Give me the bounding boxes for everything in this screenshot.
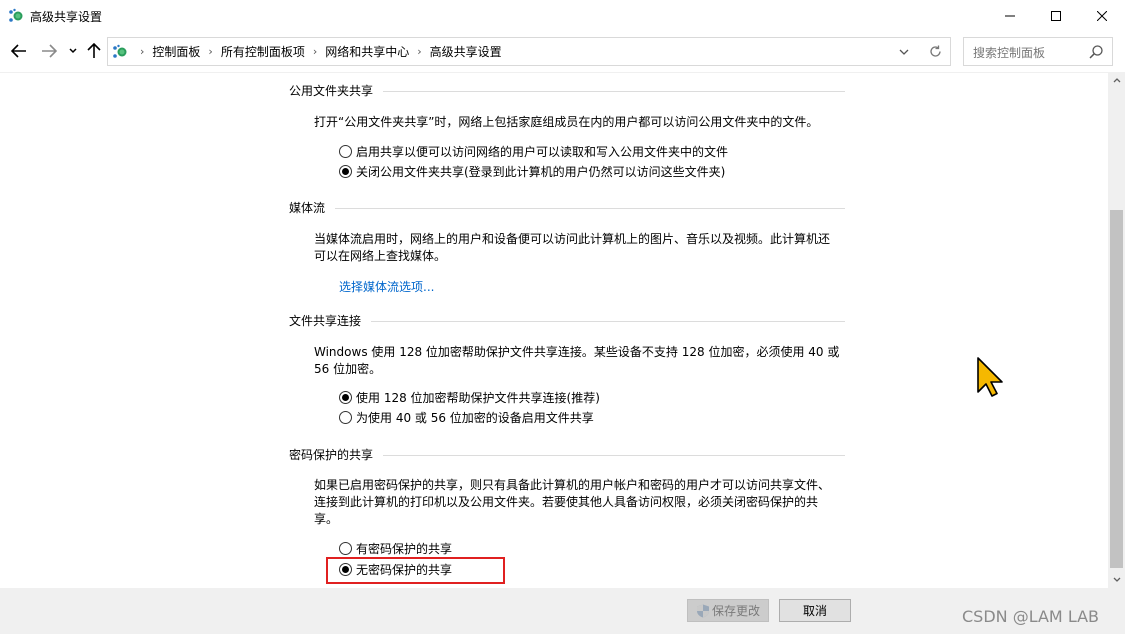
window-title: 高级共享设置 xyxy=(30,10,103,24)
divider xyxy=(335,207,845,209)
navigation-bar: › 控制面板 › 所有控制面板项 › 网络和共享中心 › 高级共享设置 搜索控制… xyxy=(0,31,1125,72)
scrollbar-thumb[interactable] xyxy=(1110,210,1123,568)
description-line: 当媒体流启用时，网络上的用户和设备便可以访问此计算机上的图片、音乐以及视频。此计… xyxy=(314,232,831,246)
refresh-button[interactable] xyxy=(924,38,946,65)
description-line: Windows 使用 128 位加密帮助保护文件共享连接。某些设备不支持 128… xyxy=(314,345,840,359)
mouse-cursor-icon xyxy=(977,357,1003,397)
minimize-icon xyxy=(1005,15,1015,16)
arrow-up-icon xyxy=(87,43,101,58)
radio-button[interactable] xyxy=(339,165,352,178)
description-line: 享。 xyxy=(314,512,339,526)
radio-button[interactable] xyxy=(339,411,352,424)
radio-label[interactable]: 有密码保护的共享 xyxy=(356,540,452,557)
section-description: 如果已启用密码保护的共享，则只有具备此计算机的用户帐户和密码的用户才可以访问共享… xyxy=(314,477,849,528)
scroll-up-button[interactable] xyxy=(1108,72,1125,89)
save-changes-button[interactable]: 保存更改 xyxy=(687,599,769,622)
recent-locations-button[interactable] xyxy=(66,41,80,61)
section-heading: 公用文件夹共享 xyxy=(289,84,374,98)
address-bar[interactable]: › 控制面板 › 所有控制面板项 › 网络和共享中心 › 高级共享设置 xyxy=(107,37,951,66)
cancel-button[interactable]: 取消 xyxy=(779,599,851,622)
minimize-button[interactable] xyxy=(987,0,1033,31)
annotation-highlight xyxy=(326,557,505,584)
uac-shield-icon xyxy=(696,604,709,617)
chevron-right-icon[interactable]: › xyxy=(313,45,317,58)
forward-button[interactable] xyxy=(38,41,60,61)
breadcrumb-item[interactable]: 控制面板 xyxy=(152,43,200,60)
search-input[interactable]: 搜索控制面板 xyxy=(963,37,1113,66)
chevron-right-icon: › xyxy=(140,45,145,58)
radio-button[interactable] xyxy=(339,391,352,404)
radio-40-56-bit-encryption[interactable]: 为使用 40 或 56 位加密的设备启用文件共享 xyxy=(339,409,594,426)
radio-password-protected[interactable]: 有密码保护的共享 xyxy=(339,540,452,557)
description-line: 如果已启用密码保护的共享，则只有具备此计算机的用户帐户和密码的用户才可以访问共享… xyxy=(314,478,831,492)
scroll-down-button[interactable] xyxy=(1108,571,1125,588)
breadcrumb-item[interactable]: 网络和共享中心 xyxy=(325,43,409,60)
radio-128-bit-encryption[interactable]: 使用 128 位加密帮助保护文件共享连接(推荐) xyxy=(339,389,600,406)
description-line: 连接到此计算机的打印机以及公用文件夹。若要使其他人具备访问权限，必须关闭密码保护… xyxy=(314,495,819,509)
cancel-button-label: 取消 xyxy=(802,604,827,618)
section-heading: 文件共享连接 xyxy=(289,314,362,328)
settings-content: 公用文件夹共享 打开“公用文件夹共享”时，网络上包括家庭组成员在内的用户都可以访… xyxy=(0,72,1108,588)
save-button-label: 保存更改 xyxy=(711,604,760,618)
maximize-button[interactable] xyxy=(1033,0,1079,31)
description-line: 56 位加密。 xyxy=(314,362,382,376)
section-description: 打开“公用文件夹共享”时，网络上包括家庭组成员在内的用户都可以访问公用文件夹中的… xyxy=(314,115,819,129)
title-bar: 高级共享设置 xyxy=(0,0,1125,31)
radio-label[interactable]: 为使用 40 或 56 位加密的设备启用文件共享 xyxy=(356,409,594,426)
close-button[interactable] xyxy=(1079,0,1125,31)
radio-button[interactable] xyxy=(339,542,352,555)
refresh-icon xyxy=(929,45,941,57)
section-file-sharing: 文件共享连接 xyxy=(289,312,845,329)
chevron-down-icon xyxy=(1113,577,1120,582)
radio-label[interactable]: 使用 128 位加密帮助保护文件共享连接(推荐) xyxy=(356,389,600,406)
footer-bar: 保存更改 取消 CSDN @LAM LAB xyxy=(0,588,1125,634)
chevron-up-icon xyxy=(1113,78,1120,83)
chevron-down-icon xyxy=(69,48,77,54)
section-media-streaming: 媒体流 xyxy=(289,199,845,216)
breadcrumb-item[interactable]: 所有控制面板项 xyxy=(221,43,305,60)
section-public-folder: 公用文件夹共享 xyxy=(289,82,845,99)
section-heading: 媒体流 xyxy=(289,201,326,215)
close-icon xyxy=(1097,10,1107,21)
divider xyxy=(383,454,845,456)
vertical-scrollbar[interactable] xyxy=(1108,72,1125,588)
chevron-right-icon[interactable]: › xyxy=(417,45,421,58)
radio-disable-public-sharing[interactable]: 关闭公用文件夹共享(登录到此计算机的用户仍然可以访问这些文件夹) xyxy=(339,163,725,180)
arrow-left-icon xyxy=(11,44,26,58)
address-dropdown-button[interactable] xyxy=(894,38,914,65)
chevron-right-icon[interactable]: › xyxy=(208,45,212,58)
search-placeholder: 搜索控制面板 xyxy=(973,46,1046,60)
arrow-right-icon xyxy=(42,44,57,58)
radio-button[interactable] xyxy=(339,145,352,158)
description-line: 可以在网络上查找媒体。 xyxy=(314,249,447,263)
media-streaming-options-link[interactable]: 选择媒体流选项... xyxy=(339,278,434,295)
maximize-icon xyxy=(1051,10,1061,21)
section-heading: 密码保护的共享 xyxy=(289,448,374,462)
section-description: 当媒体流启用时，网络上的用户和设备便可以访问此计算机上的图片、音乐以及视频。此计… xyxy=(314,231,849,265)
network-icon xyxy=(113,44,127,58)
breadcrumb-item[interactable]: 高级共享设置 xyxy=(430,43,502,60)
divider xyxy=(383,90,845,92)
network-icon xyxy=(9,8,23,22)
radio-label[interactable]: 关闭公用文件夹共享(登录到此计算机的用户仍然可以访问这些文件夹) xyxy=(356,163,725,180)
chevron-down-icon xyxy=(899,49,909,55)
radio-label[interactable]: 启用共享以便可以访问网络的用户可以读取和写入公用文件夹中的文件 xyxy=(356,143,728,160)
up-button[interactable] xyxy=(84,41,104,61)
divider xyxy=(371,320,845,322)
back-button[interactable] xyxy=(8,41,30,61)
breadcrumb: › 控制面板 › 所有控制面板项 › 网络和共享中心 › 高级共享设置 xyxy=(132,38,502,65)
search-icon xyxy=(1089,45,1103,59)
radio-enable-public-sharing[interactable]: 启用共享以便可以访问网络的用户可以读取和写入公用文件夹中的文件 xyxy=(339,143,728,160)
section-description: Windows 使用 128 位加密帮助保护文件共享连接。某些设备不支持 128… xyxy=(314,344,849,378)
section-password-sharing: 密码保护的共享 xyxy=(289,446,845,463)
watermark: CSDN @LAM LAB xyxy=(962,607,1100,626)
